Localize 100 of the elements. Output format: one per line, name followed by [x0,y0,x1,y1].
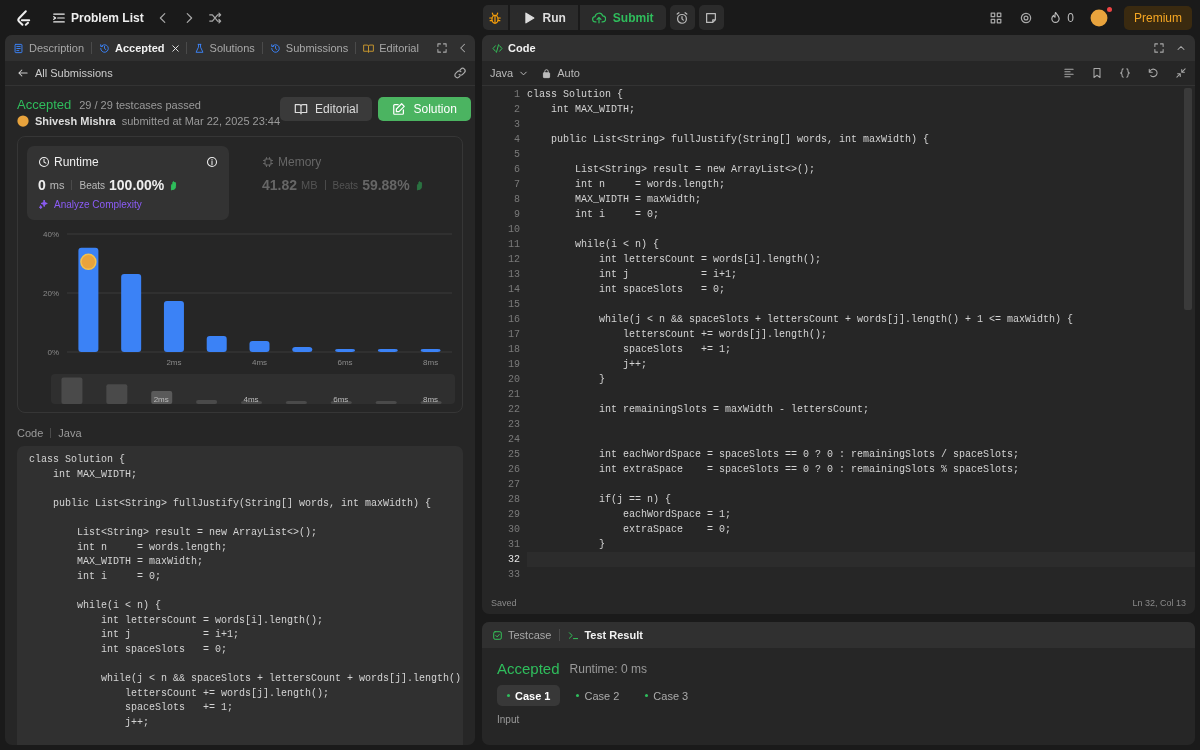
book-icon [294,102,309,116]
info-icon[interactable] [206,156,218,168]
pass-dot [576,694,580,697]
panel-tab[interactable]: Submissions [267,42,351,54]
panel-tab[interactable]: Code [490,42,538,54]
premium-button[interactable]: Premium [1124,5,1192,30]
logo-icon[interactable] [14,8,32,27]
code-line: MAX_WIDTH = maxWidth; [574,193,703,207]
line-number: 14 [507,283,520,297]
line-number: 5 [513,148,520,162]
line-number: 30 [507,523,520,537]
close-icon[interactable] [169,42,181,54]
chart-bar [206,336,227,352]
case-tab[interactable]: Case 2 [566,685,630,706]
username: Shivesh Mishra [35,115,116,127]
panel-tab[interactable]: Description [11,42,87,54]
axis-label: 20% [43,289,59,298]
axis-label: 40% [43,230,59,239]
note-icon [704,10,718,25]
line-number: 33 [507,568,520,582]
notes-button[interactable] [698,5,724,30]
line-number: 26 [507,463,520,477]
line-number: 11 [507,238,520,252]
line-number: 24 [507,433,520,447]
expand-icon[interactable] [436,42,448,54]
sparkle-icon [38,199,49,210]
settings-icon[interactable] [1019,10,1034,25]
problem-list-button[interactable]: Problem List [52,10,144,25]
history-icon [99,42,111,54]
line-number: 13 [507,268,520,282]
testcase-count: 29 / 29 testcases passed [79,98,201,111]
run-button[interactable]: Run [509,5,578,30]
case-tab[interactable]: Case 3 [635,685,699,706]
link-icon[interactable] [453,66,467,80]
code-line: eachWordSpace = 1; [622,508,733,522]
pass-dot [507,694,510,697]
code-line: } [598,373,606,387]
debug-button[interactable] [482,5,508,30]
undo-icon[interactable] [1147,67,1159,79]
case-tab[interactable]: Case 1 [497,685,561,706]
panel-tab[interactable]: Editorial [361,42,421,54]
streak-counter[interactable]: 0 [1049,10,1074,25]
line-number: 12 [507,253,520,267]
axis-label: 4ms [251,358,268,367]
notification-dot [1107,6,1112,12]
panel-tab[interactable]: Accepted [97,42,167,54]
input-label: Input [497,714,521,725]
editorial-button[interactable]: Editorial [280,97,373,121]
language-label: Java [58,427,82,439]
book-icon [363,42,375,54]
code-line: int eachWordSpace = spaceSlots == 0 ? 0 : remainingSlots / spaceSlots; [598,448,1021,462]
stat-card[interactable]: Runtime 0 ms Beats 100.00% Analyze Complexity [27,146,229,220]
code-line: spaceSlots += 1; [622,343,733,357]
code-line: } [598,538,606,552]
line-number: 15 [507,298,520,312]
panel-tab[interactable]: Testcase [490,629,554,641]
axis-label: 6ms [337,358,353,367]
grid-icon[interactable] [989,10,1004,25]
chip-icon [262,156,274,168]
line-number: 31 [507,538,520,552]
beats-value: 100.00% [109,177,165,193]
chart-bar [292,347,313,352]
code-line: extraSpace = 0; [622,523,733,537]
line-number: 18 [507,343,520,357]
avatar-icon[interactable] [1090,8,1108,27]
status-label: Accepted [497,660,560,677]
mode-button[interactable]: Auto [541,67,580,79]
status-label: Accepted [17,97,72,112]
line-number: 23 [507,418,520,432]
avatar-icon [17,115,29,127]
lock-icon [541,67,553,79]
line-number: 27 [507,478,520,492]
cursor-position: Ln 32, Col 13 [1132,598,1186,608]
submit-button[interactable]: Submit [579,5,666,30]
axis-label: 8ms [423,358,439,367]
history-icon [269,42,281,54]
format-icon[interactable] [1063,67,1075,79]
line-number: 20 [507,373,520,387]
timer-button[interactable] [669,5,695,30]
code-line: while(i < n) { [574,238,661,252]
code-line: int spaceSlots = 0; [598,283,727,297]
bookmark-icon[interactable] [1091,67,1103,79]
line-number: 2 [513,103,520,117]
language-dropdown[interactable]: Java [490,67,530,79]
expand-icon[interactable] [1153,42,1165,54]
back-link[interactable]: All Submissions [17,67,113,79]
chart-overview[interactable]: 2ms 4ms 6ms 8ms [51,374,455,404]
braces-icon[interactable] [1119,67,1131,79]
axis-label: 4ms [243,395,259,404]
shuffle-icon[interactable] [207,10,222,25]
line-number: 3 [513,118,520,132]
beats-value: 59.88% [362,177,410,193]
line-number: 4 [513,133,520,147]
collapse-icon[interactable] [1175,67,1187,79]
arrow-left-icon [17,67,29,79]
code-line: lettersCount += words[j].length(); [622,328,829,342]
panel-tab[interactable]: Test Result [566,629,645,641]
code-line: int remainingSlots = maxWidth - lettersCount; [598,403,871,417]
panel-tab[interactable]: Solutions [191,42,257,54]
code-line: while(j < n && spaceSlots + lettersCount + words[j].length() + 1 <= maxWidth) { [598,313,1075,327]
